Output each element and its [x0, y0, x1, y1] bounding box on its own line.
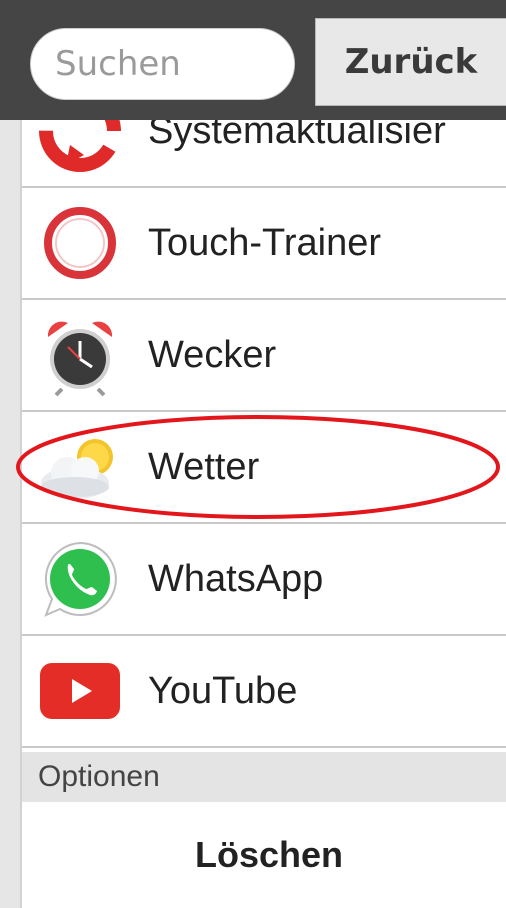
alarm-clock-icon [32, 307, 128, 403]
whatsapp-icon [32, 531, 128, 627]
delete-label: Löschen [194, 834, 344, 875]
search-input[interactable] [55, 44, 285, 84]
touch-trainer-icon [32, 195, 128, 291]
youtube-icon [32, 643, 128, 739]
app-label: Wetter [148, 445, 260, 488]
app-item-wetter[interactable]: Wetter [22, 412, 506, 524]
app-item-touch-trainer[interactable]: Touch-Trainer [22, 188, 506, 300]
app-label: WhatsApp [148, 557, 324, 600]
search-field[interactable] [30, 28, 295, 100]
app-list: Systemaktualisier Touch-Trainer Wecker W… [20, 120, 506, 752]
back-button[interactable]: Zurück [315, 18, 506, 106]
top-bar: Zurück [0, 0, 506, 120]
system-update-icon [32, 120, 128, 179]
app-label: Touch-Trainer [148, 221, 382, 264]
app-item-wecker[interactable]: Wecker [22, 300, 506, 412]
app-item-whatsapp[interactable]: WhatsApp [22, 524, 506, 636]
options-section-header: Optionen [20, 752, 506, 802]
options-label: Optionen [38, 760, 160, 793]
app-label: Systemaktualisier [148, 120, 446, 152]
weather-icon [32, 419, 128, 515]
delete-button[interactable]: Löschen [20, 802, 506, 908]
app-label: YouTube [148, 669, 298, 712]
app-item-youtube[interactable]: YouTube [22, 636, 506, 748]
app-label: Wecker [148, 333, 277, 376]
app-item-system-update[interactable]: Systemaktualisier [22, 120, 506, 188]
